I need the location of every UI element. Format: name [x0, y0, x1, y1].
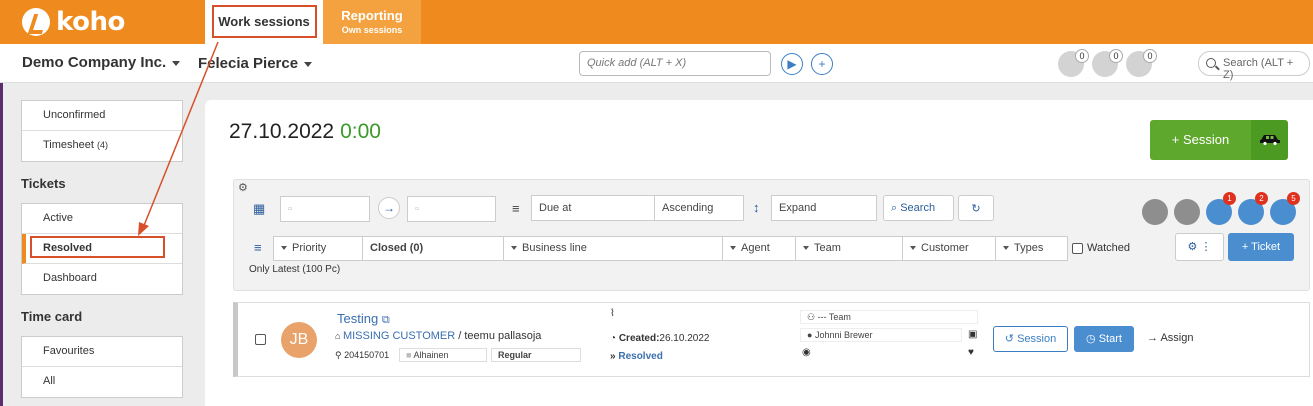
- annotation-arrow: [138, 41, 219, 236]
- annotation-arrow-line: [142, 41, 219, 229]
- annotation-arrow-head: [138, 222, 149, 236]
